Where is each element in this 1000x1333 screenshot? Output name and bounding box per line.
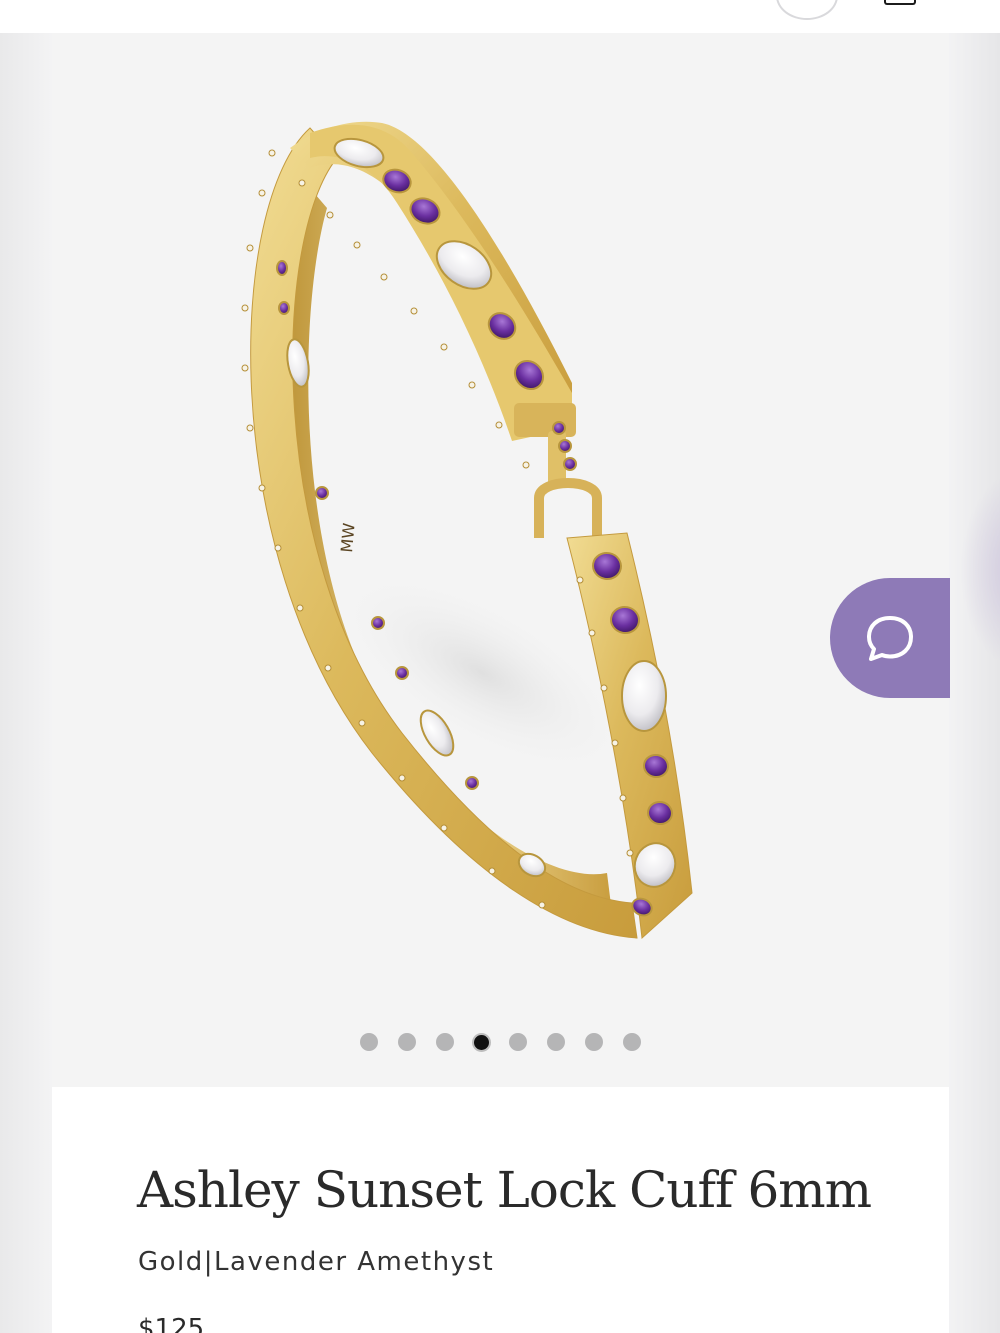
page: MW Ashley Sunset Lock Cuff 6mm Gold|Lave…: [0, 0, 1000, 1333]
right-backdrop: [948, 0, 1000, 1333]
pave-dot-1: [258, 189, 266, 197]
pave-dot-29: [619, 794, 627, 802]
right-glow: [960, 470, 1000, 670]
amethyst-stone-7: [552, 421, 566, 435]
product-variant: Gold|Lavender Amethyst: [138, 1247, 495, 1277]
pave-dot-21: [440, 343, 448, 351]
amethyst-stone-8: [558, 439, 572, 453]
gallery-dot-4[interactable]: [474, 1034, 489, 1050]
pave-dot-25: [576, 576, 584, 584]
pave-dot-6: [258, 484, 266, 492]
white-stone-12: [621, 660, 667, 732]
gallery-pagination: [52, 1030, 949, 1054]
pave-dot-22: [468, 381, 476, 389]
product-title: Ashley Sunset Lock Cuff 6mm: [137, 1161, 872, 1219]
top-header: [0, 0, 1000, 33]
pave-dot-3: [241, 304, 249, 312]
chat-button[interactable]: [830, 578, 950, 698]
pave-dot-9: [324, 664, 332, 672]
pave-dot-18: [353, 241, 361, 249]
pave-dot-16: [298, 179, 306, 187]
amethyst-stone-19: [278, 301, 290, 315]
product-image-gallery[interactable]: MW: [52, 33, 949, 1087]
pave-dot-27: [600, 684, 608, 692]
brand-engraving: MW: [337, 522, 359, 553]
pave-dot-14: [538, 901, 546, 909]
amethyst-stone-22: [395, 666, 409, 680]
pave-dot-28: [611, 739, 619, 747]
pave-dot-4: [241, 364, 249, 372]
gallery-dot-1[interactable]: [360, 1033, 378, 1051]
gallery-dot-8[interactable]: [623, 1033, 641, 1051]
pave-dot-13: [488, 867, 496, 875]
lock-hinge: [514, 403, 576, 437]
pave-dot-8: [296, 604, 304, 612]
pave-dot-2: [246, 244, 254, 252]
amethyst-stone-9: [563, 457, 577, 471]
pave-dot-10: [358, 719, 366, 727]
lock-shackle: [534, 478, 602, 538]
pave-dot-7: [274, 544, 282, 552]
product-image: MW: [241, 121, 693, 940]
pave-dot-17: [326, 211, 334, 219]
pave-dot-5: [246, 424, 254, 432]
shopping-bag-icon[interactable]: [884, 0, 916, 5]
gallery-dot-5[interactable]: [509, 1033, 527, 1051]
pave-dot-30: [626, 849, 634, 857]
product-price: $125: [138, 1314, 205, 1333]
pave-dot-11: [398, 774, 406, 782]
amethyst-stone-24: [465, 776, 479, 790]
amethyst-stone-18: [276, 260, 288, 276]
chat-bubble-icon: [867, 616, 913, 661]
pave-dot-12: [440, 824, 448, 832]
pave-dot-20: [410, 307, 418, 315]
amethyst-stone-20: [315, 486, 329, 500]
gallery-dot-2[interactable]: [398, 1033, 416, 1051]
pave-dot-26: [588, 629, 596, 637]
user-circle-icon[interactable]: [776, 0, 838, 20]
left-backdrop: [0, 0, 52, 1333]
pave-dot-24: [522, 461, 530, 469]
gallery-dot-7[interactable]: [585, 1033, 603, 1051]
pave-dot-19: [380, 273, 388, 281]
pave-dot-15: [268, 149, 276, 157]
gallery-dot-3[interactable]: [436, 1033, 454, 1051]
gallery-dot-6[interactable]: [547, 1033, 565, 1051]
amethyst-stone-21: [371, 616, 385, 630]
pave-dot-23: [495, 421, 503, 429]
product-card: MW Ashley Sunset Lock Cuff 6mm Gold|Lave…: [52, 33, 949, 1333]
